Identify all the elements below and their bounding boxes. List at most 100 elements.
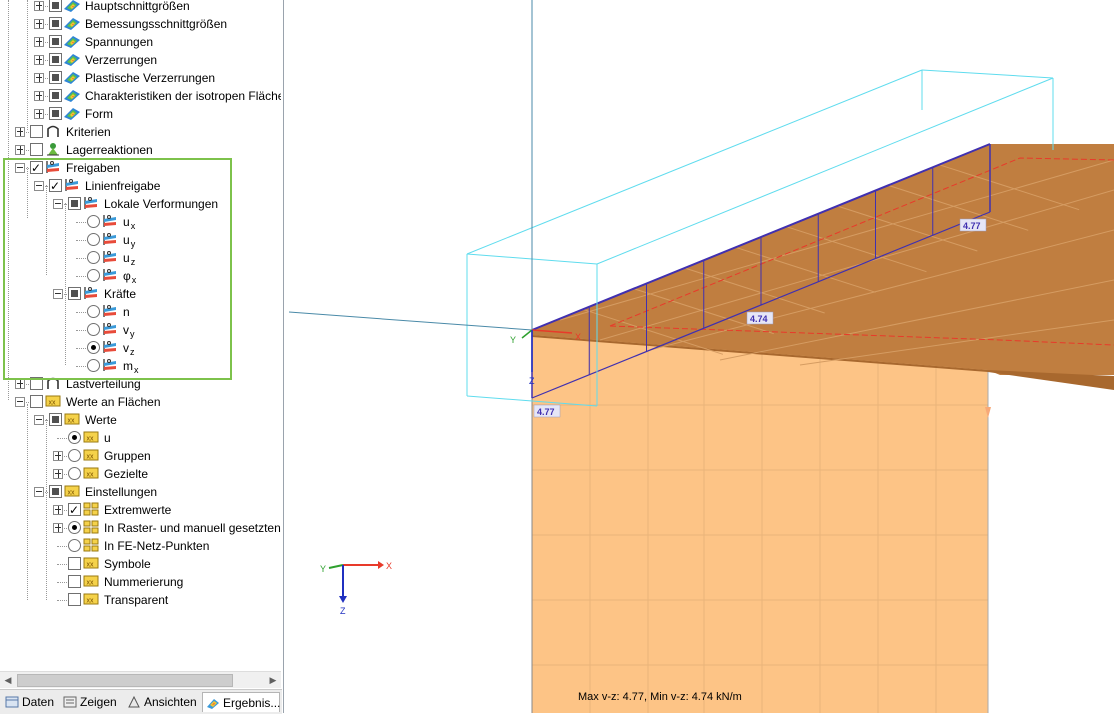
checkbox[interactable] [49, 53, 62, 66]
tab-zeigen[interactable]: Zeigen [60, 692, 122, 712]
radio-button[interactable] [68, 449, 81, 462]
result-gradient-icon [64, 72, 80, 84]
svg-text:xx: xx [87, 472, 95, 479]
scroll-left-icon[interactable]: ◀ [0, 672, 16, 688]
expand-icon[interactable] [34, 37, 44, 47]
expand-icon[interactable] [34, 109, 44, 119]
label-text: Nummerierung [104, 575, 184, 589]
expand-icon[interactable] [34, 91, 44, 101]
scroll-thumb[interactable] [17, 674, 233, 687]
tree-item-label: Kriterien [66, 123, 111, 141]
tree-item-label: In FE-Netz-Punkten [104, 537, 209, 555]
coord-y-label: Y [320, 564, 326, 574]
grid-points-icon [83, 538, 99, 552]
checkbox[interactable] [30, 143, 43, 156]
checkbox[interactable] [68, 575, 81, 588]
tree-item[interactable]: Bemessungsschnittgrößen [0, 15, 281, 33]
views-icon [128, 695, 140, 708]
tab-ansichten[interactable]: Ansichten [124, 692, 200, 712]
expand-icon[interactable] [53, 523, 63, 533]
radio-button[interactable] [68, 467, 81, 480]
local-y-label: Y [510, 335, 516, 345]
tree-item[interactable]: xx Symbole [0, 555, 281, 573]
svg-text:xx: xx [87, 562, 95, 569]
tree-item[interactable]: Hauptschnittgrößen [0, 0, 281, 15]
tree-item[interactable]: Extremwerte [0, 501, 281, 519]
model-viewport[interactable]: X Y Z 4.77 4.74 4.77 X Y Z Max v-z: 4.77, Min v-… [286, 0, 1114, 713]
expand-icon[interactable] [34, 1, 44, 11]
scroll-right-icon[interactable]: ▶ [265, 672, 281, 688]
tree-item-label: Hauptschnittgrößen [85, 0, 190, 15]
expand-icon[interactable] [34, 73, 44, 83]
model-canvas[interactable]: X Y Z 4.77 4.74 4.77 X Y Z [286, 0, 1114, 713]
value-label: 4.77 [963, 221, 981, 231]
tree-item[interactable]: Kriterien [0, 123, 281, 141]
checkbox[interactable] [68, 501, 81, 519]
tree-item[interactable]: xx Werte [0, 411, 281, 429]
tree-item[interactable]: xx Werte an Flächen [0, 393, 281, 411]
expand-icon[interactable] [53, 451, 63, 461]
checkbox[interactable] [49, 413, 62, 426]
radio-button[interactable] [68, 521, 81, 534]
tree-item[interactable]: Spannungen [0, 33, 281, 51]
checkbox[interactable] [68, 593, 81, 606]
tree-item[interactable]: Charakteristiken der isotropen Fläche [0, 87, 281, 105]
tree-item-label: u [104, 429, 111, 447]
checkbox[interactable] [49, 0, 62, 12]
tree-item[interactable]: In FE-Netz-Punkten [0, 537, 281, 555]
expand-icon[interactable] [53, 469, 63, 479]
tree-item[interactable]: xx Transparent [0, 591, 281, 609]
checkbox[interactable] [68, 557, 81, 570]
slab-surface [532, 144, 1114, 375]
tree-item[interactable]: xx Gruppen [0, 447, 281, 465]
tree-item-label: Einstellungen [85, 483, 157, 501]
collapse-icon[interactable] [34, 487, 44, 497]
collapse-icon[interactable] [15, 397, 25, 407]
label-text: Form [85, 107, 113, 121]
expand-icon[interactable] [34, 19, 44, 29]
checkbox[interactable] [49, 17, 62, 30]
coord-x-arrow-icon [378, 561, 384, 569]
checkbox[interactable] [49, 107, 62, 120]
label-text: Gruppen [104, 449, 151, 463]
tree-item[interactable]: xx Gezielte [0, 465, 281, 483]
expand-icon[interactable] [15, 127, 25, 137]
tab-label: Ergebnis... [223, 696, 281, 710]
checkbox[interactable] [49, 485, 62, 498]
tree-item[interactable]: xx Nummerierung [0, 573, 281, 591]
tree-item-label: Charakteristiken der isotropen Fläche [85, 87, 281, 105]
checkbox[interactable] [49, 35, 62, 48]
tree-item[interactable]: Lagerreaktionen [0, 141, 281, 159]
values-icon: xx [83, 575, 99, 587]
tree-item[interactable]: Verzerrungen [0, 51, 281, 69]
expand-icon[interactable] [34, 55, 44, 65]
values-icon: xx [83, 431, 99, 443]
checkbox[interactable] [49, 89, 62, 102]
horizontal-scrollbar[interactable]: ◀ ▶ [0, 671, 281, 688]
checkbox[interactable] [49, 71, 62, 84]
svg-text:xx: xx [87, 598, 95, 605]
result-gradient-icon [64, 36, 80, 48]
radio-button[interactable] [68, 539, 81, 552]
tree-item[interactable]: xx u [0, 429, 281, 447]
tree-item[interactable]: Plastische Verzerrungen [0, 69, 281, 87]
expand-icon[interactable] [53, 505, 63, 515]
status-line: Max v-z: 4.77, Min v-z: 4.74 kN/m [578, 691, 742, 703]
navigator-panel: Hauptschnittgrößen Bemessungsschnittgröße… [0, 0, 284, 714]
local-z-label: Z [529, 376, 535, 386]
label-text: Gezielte [104, 467, 149, 481]
tree-item[interactable]: xx Einstellungen [0, 483, 281, 501]
tree-item[interactable]: In Raster- und manuell gesetzten P [0, 519, 281, 537]
result-gradient-icon [64, 108, 80, 120]
checkbox[interactable] [30, 395, 43, 408]
radio-button[interactable] [68, 431, 81, 444]
tab-daten[interactable]: Daten [2, 692, 58, 712]
expand-icon[interactable] [15, 145, 25, 155]
coord-y-axis-icon [328, 564, 344, 569]
expand-icon[interactable] [15, 379, 25, 389]
collapse-icon[interactable] [34, 415, 44, 425]
tree-item[interactable]: Form [0, 105, 281, 123]
tab-ergebnisse[interactable]: Ergebnis... [202, 692, 280, 712]
checkbox[interactable] [30, 125, 43, 138]
label-text: Spannungen [85, 35, 154, 49]
